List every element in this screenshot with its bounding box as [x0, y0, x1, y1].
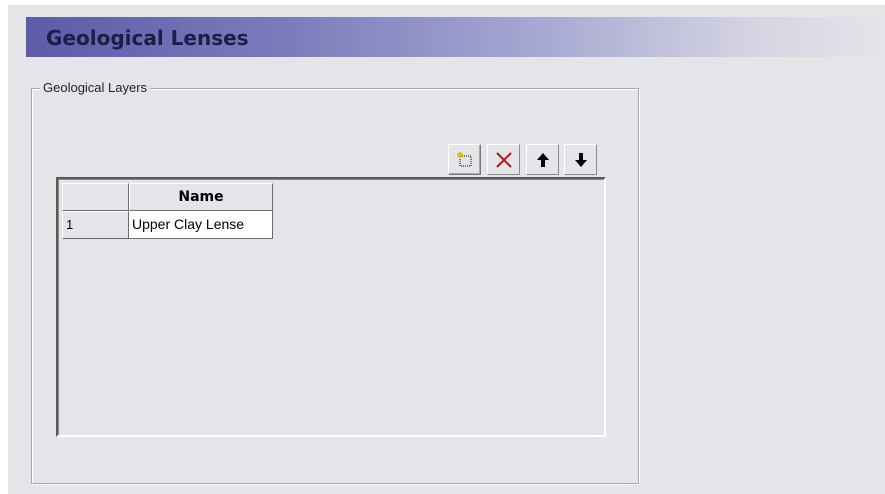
name-cell[interactable]: Upper Clay Lense [129, 211, 273, 239]
page-title: Geological Lenses [46, 26, 249, 50]
layers-grid: Name 1 Upper Clay Lense [56, 177, 606, 437]
new-row-icon [456, 151, 471, 166]
groupbox-legend: Geological Layers [40, 80, 151, 95]
arrow-up-icon [536, 152, 549, 167]
column-header-name[interactable]: Name [129, 183, 273, 211]
grid-body: Name 1 Upper Clay Lense [58, 179, 604, 435]
add-row-button[interactable] [448, 144, 481, 175]
grid-corner-header [62, 183, 129, 211]
row-number-cell[interactable]: 1 [62, 211, 129, 239]
move-down-button[interactable] [564, 144, 597, 175]
delete-x-icon [495, 151, 512, 168]
delete-row-button[interactable] [487, 144, 520, 175]
arrow-down-icon [574, 152, 587, 167]
move-up-button[interactable] [526, 144, 559, 175]
